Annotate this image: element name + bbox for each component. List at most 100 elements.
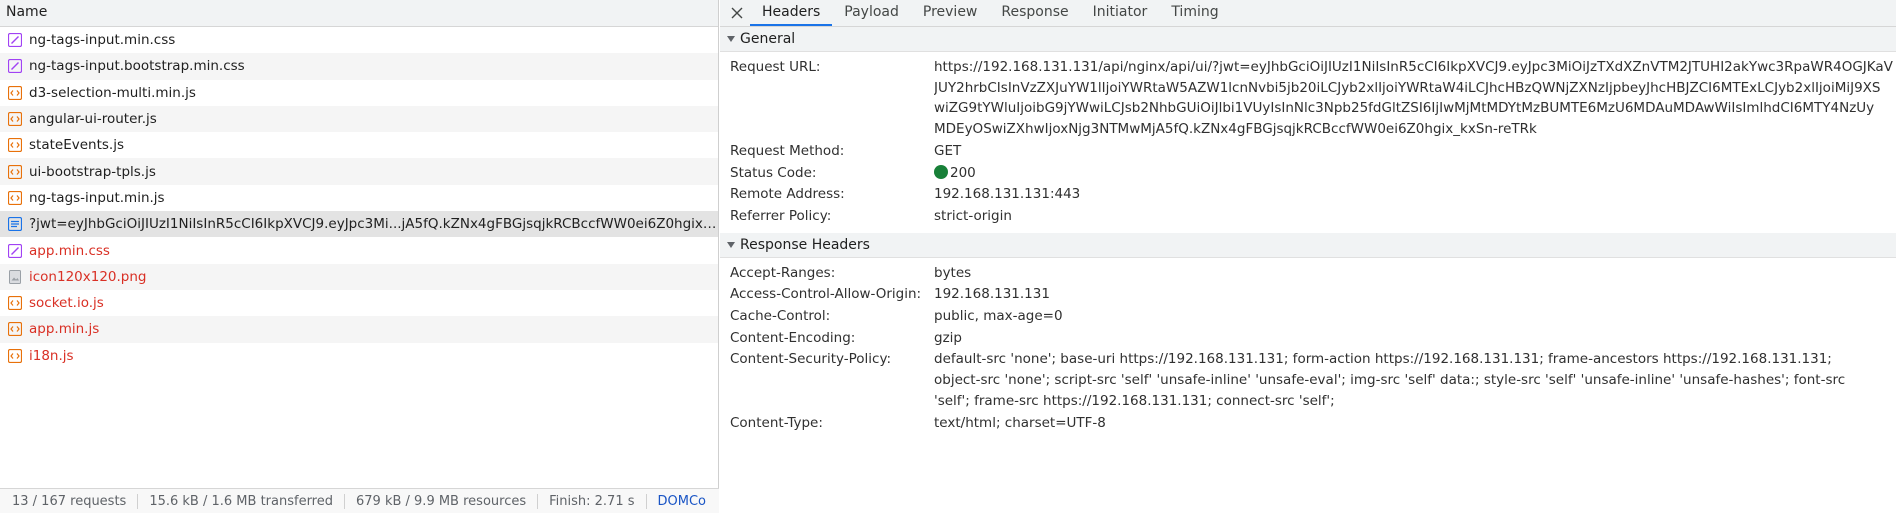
- request-row[interactable]: stateEvents.js: [0, 132, 718, 158]
- request-list-pane: Name ng-tags-input.min.css ng-tags-input.…: [0, 0, 719, 513]
- general-section-header[interactable]: General: [720, 27, 1896, 52]
- request-row[interactable]: i18n.js: [0, 343, 718, 369]
- script-file-icon: [8, 112, 22, 127]
- tab-initiator[interactable]: Initiator: [1081, 0, 1160, 26]
- request-name: ng-tags-input.min.css: [29, 32, 176, 49]
- request-name: ?jwt=eyJhbGciOiJIUzI1NiIsInR5cCI6IkpXVCJ…: [29, 216, 718, 233]
- status-code-text: 200: [950, 164, 976, 181]
- content-encoding-value[interactable]: gzip: [934, 328, 1896, 349]
- request-row[interactable]: ng-tags-input.min.css: [0, 27, 718, 53]
- css-file-icon: [8, 243, 22, 258]
- request-row[interactable]: ?jwt=eyJhbGciOiJIUzI1NiIsInR5cCI6IkpXVCJ…: [0, 211, 718, 238]
- triangle-down-icon: [727, 241, 735, 248]
- status-code-value[interactable]: 200: [934, 163, 1896, 184]
- network-summary-bar: 13 / 167 requests 15.6 kB / 1.6 MB trans…: [0, 488, 719, 513]
- accept-ranges-value[interactable]: bytes: [934, 263, 1896, 284]
- script-file-icon: [8, 322, 22, 337]
- request-url-line: JUY2hrbCIsInVzZXJuYW1lIjoiYWRtaW5AZW1lcn…: [934, 79, 1881, 96]
- status-ok-icon: [934, 164, 948, 179]
- request-row[interactable]: ui-bootstrap-tpls.js: [0, 158, 718, 185]
- general-section-title: General: [740, 31, 796, 47]
- request-row[interactable]: d3-selection-multi.min.js: [0, 80, 718, 106]
- request-url-row: Request URL: https://192.168.131.131/api…: [720, 56, 1896, 140]
- acao-label: Access-Control-Allow-Origin:: [730, 286, 922, 303]
- request-method-label: Request Method:: [730, 142, 845, 159]
- request-name: ng-tags-input.bootstrap.min.css: [29, 58, 245, 75]
- request-name: stateEvents.js: [29, 137, 124, 154]
- request-url-value[interactable]: https://192.168.131.131/api/nginx/api/ui…: [934, 57, 1896, 140]
- request-method-value[interactable]: GET: [934, 141, 1896, 162]
- tab-headers[interactable]: Headers: [750, 0, 833, 26]
- script-file-icon: [8, 296, 22, 311]
- response-headers-section: Accept-Ranges: bytes Access-Control-Allo…: [720, 258, 1896, 440]
- cache-control-row: Cache-Control: public, max-age=0: [720, 305, 1896, 327]
- name-column-header[interactable]: Name: [0, 0, 718, 27]
- request-name: app.min.css: [29, 242, 110, 259]
- request-row[interactable]: angular-ui-router.js: [0, 105, 718, 133]
- detail-tabbar: Headers Payload Preview Response Initiat…: [720, 0, 1896, 27]
- request-row[interactable]: ng-tags-input.min.js: [0, 185, 718, 211]
- request-name: icon120x120.png: [29, 268, 147, 285]
- request-url-line: wiZG9tYWluIjoibG9jYWwiLCJsb2NhbGUiOiJlbi…: [934, 100, 1875, 117]
- tab-payload[interactable]: Payload: [832, 0, 911, 26]
- csp-value[interactable]: default-src 'none'; base-uri https://192…: [934, 349, 1864, 411]
- image-file-icon: [8, 269, 22, 284]
- requests-count: 13 / 167 requests: [6, 493, 139, 509]
- finish-time: Finish: 2.71 s: [538, 493, 647, 509]
- csp-row: Content-Security-Policy: default-src 'no…: [720, 348, 1896, 411]
- content-type-label: Content-Type:: [730, 414, 823, 431]
- content-encoding-label: Content-Encoding:: [730, 329, 856, 346]
- script-file-icon: [8, 164, 22, 179]
- cache-control-value[interactable]: public, max-age=0: [934, 306, 1896, 327]
- remote-address-row: Remote Address: 192.168.131.131:443: [720, 183, 1896, 205]
- script-file-icon: [8, 138, 22, 153]
- request-name: i18n.js: [29, 347, 74, 364]
- domcontentloaded-time: DOMCo: [657, 493, 707, 509]
- script-file-icon: [8, 85, 22, 100]
- tab-preview[interactable]: Preview: [911, 0, 990, 26]
- content-type-row: Content-Type: text/html; charset=UTF-8: [720, 412, 1896, 434]
- devtools-network-panel: Name ng-tags-input.min.css ng-tags-input.…: [0, 0, 1896, 513]
- request-method-row: Request Method: GET: [720, 140, 1896, 162]
- request-url-line: MDEyOSwiZXhwIjoxNjg3NTMwMjA5fQ.kZNx4gFBG…: [934, 121, 1537, 138]
- response-headers-section-header[interactable]: Response Headers: [720, 232, 1896, 258]
- acao-value[interactable]: 192.168.131.131: [934, 284, 1896, 305]
- request-row[interactable]: ng-tags-input.bootstrap.min.css: [0, 53, 718, 80]
- request-url-line: https://192.168.131.131/api/nginx/api/ui…: [934, 59, 1893, 75]
- cache-control-label: Cache-Control:: [730, 308, 831, 325]
- status-code-row: Status Code: 200: [720, 162, 1896, 184]
- request-row[interactable]: app.min.css: [0, 237, 718, 263]
- status-code-label: Status Code:: [730, 164, 817, 181]
- script-file-icon: [8, 348, 22, 363]
- request-name: ui-bootstrap-tpls.js: [29, 163, 156, 180]
- request-row[interactable]: icon120x120.png: [0, 263, 718, 290]
- tab-response[interactable]: Response: [989, 0, 1080, 26]
- request-url-label: Request URL:: [730, 59, 821, 75]
- request-row[interactable]: app.min.js: [0, 316, 718, 343]
- response-headers-title: Response Headers: [740, 236, 870, 253]
- triangle-down-icon: [727, 36, 735, 42]
- general-section: Request URL: https://192.168.131.131/api…: [720, 52, 1896, 233]
- request-name: ng-tags-input.min.js: [29, 189, 165, 206]
- css-file-icon: [8, 33, 22, 48]
- document-file-icon: [8, 217, 22, 232]
- content-type-value[interactable]: text/html; charset=UTF-8: [934, 413, 1896, 434]
- close-icon[interactable]: [724, 0, 750, 26]
- remote-address-label: Remote Address:: [730, 186, 845, 203]
- acao-row: Access-Control-Allow-Origin: 192.168.131…: [720, 283, 1896, 305]
- request-name: angular-ui-router.js: [29, 111, 157, 128]
- request-row[interactable]: socket.io.js: [0, 290, 718, 316]
- css-file-icon: [8, 59, 22, 74]
- remote-address-value[interactable]: 192.168.131.131:443: [934, 184, 1896, 205]
- accept-ranges-row: Accept-Ranges: bytes: [720, 262, 1896, 284]
- transferred-size: 15.6 kB / 1.6 MB transferred: [138, 493, 345, 509]
- referrer-policy-value[interactable]: strict-origin: [934, 206, 1896, 227]
- accept-ranges-label: Accept-Ranges:: [730, 264, 836, 281]
- request-name: app.min.js: [29, 321, 100, 338]
- request-name: socket.io.js: [29, 295, 104, 312]
- request-detail-pane: Headers Payload Preview Response Initiat…: [720, 0, 1896, 513]
- request-name: d3-selection-multi.min.js: [29, 84, 196, 101]
- resources-size: 679 kB / 9.9 MB resources: [345, 493, 539, 509]
- tab-timing[interactable]: Timing: [1159, 0, 1230, 26]
- script-file-icon: [8, 190, 22, 205]
